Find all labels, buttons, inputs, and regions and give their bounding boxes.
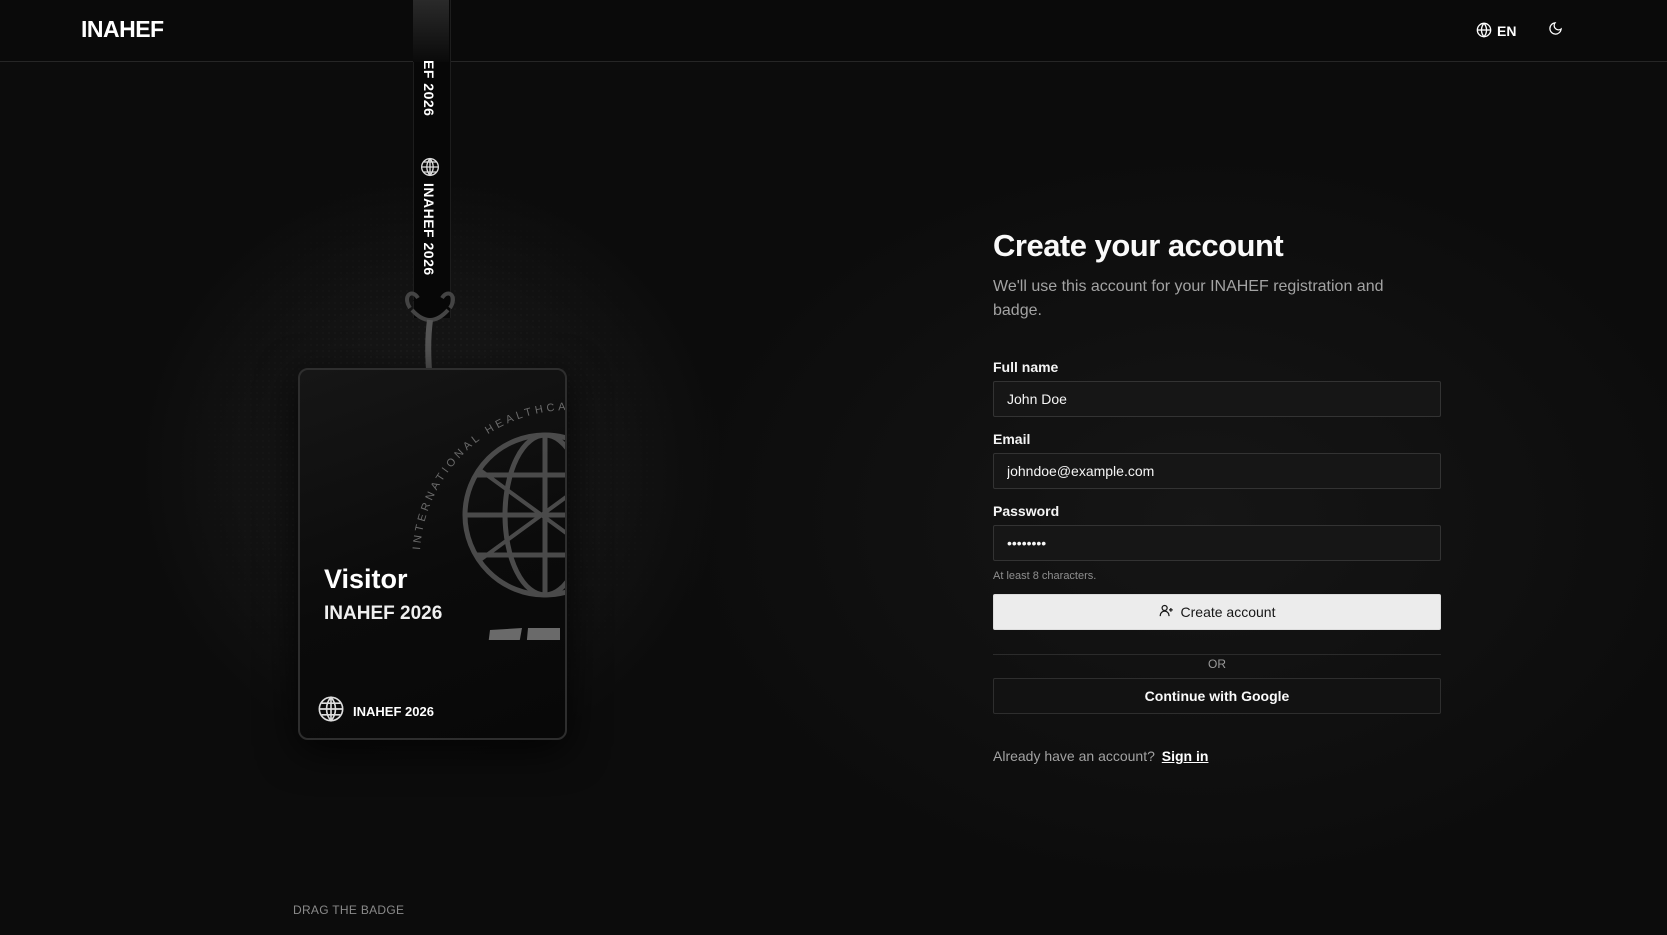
lanyard-text: EF 2026 xyxy=(421,60,437,117)
language-switcher[interactable]: EN xyxy=(1476,20,1516,42)
visitor-badge[interactable]: INTERNATIONAL HEALTHCARE ENGINEER Visito… xyxy=(298,368,567,740)
signin-link[interactable]: Sign in xyxy=(1162,748,1209,764)
email-group: Email xyxy=(993,431,1441,489)
badge-globe-emblem: INTERNATIONAL HEALTHCARE ENGINEER xyxy=(400,380,565,640)
drag-hint: DRAG THE BADGE xyxy=(293,903,405,917)
or-divider: OR xyxy=(993,654,1441,671)
top-bar: INAHEF EN xyxy=(0,0,1667,62)
password-group: Password At least 8 characters. xyxy=(993,503,1441,582)
globe-icon xyxy=(1476,21,1492,41)
create-account-button[interactable]: Create account xyxy=(993,594,1441,630)
email-label: Email xyxy=(993,431,1031,447)
create-account-label: Create account xyxy=(1180,604,1276,620)
google-signin-button[interactable]: Continue with Google xyxy=(993,678,1441,714)
signin-row: Already have an account? Sign in xyxy=(993,748,1441,764)
site-logo[interactable]: INAHEF xyxy=(81,16,164,43)
signup-form: Create your account We'll use this accou… xyxy=(993,228,1441,764)
password-label: Password xyxy=(993,503,1060,519)
lanyard-strap-top xyxy=(413,0,449,62)
password-hint: At least 8 characters. xyxy=(993,570,1097,582)
password-input[interactable] xyxy=(993,525,1441,561)
page-title: Create your account xyxy=(993,228,1284,263)
signin-prompt: Already have an account? xyxy=(993,748,1155,764)
badge-globe-icon xyxy=(317,695,345,728)
page-subtitle: We'll use this account for your INAHEF r… xyxy=(993,278,1384,319)
badge-title: Visitor xyxy=(324,564,408,594)
user-plus-icon xyxy=(1159,603,1174,621)
badge-footer: INAHEF 2026 xyxy=(317,695,434,728)
language-label: EN xyxy=(1497,23,1517,39)
moon-icon xyxy=(1548,21,1563,41)
full-name-input[interactable] xyxy=(993,381,1441,417)
badge-subtitle: INAHEF 2026 xyxy=(324,603,443,624)
lanyard-globe-icon xyxy=(420,157,440,182)
theme-toggle-button[interactable] xyxy=(1543,19,1567,43)
full-name-label: Full name xyxy=(993,359,1059,375)
lanyard-text-main: INAHEF 2026 xyxy=(421,183,437,276)
divider-text: OR xyxy=(1208,657,1226,671)
full-name-group: Full name xyxy=(993,359,1441,417)
email-input[interactable] xyxy=(993,453,1441,489)
divider-line xyxy=(993,654,1441,655)
badge-footer-text: INAHEF 2026 xyxy=(353,704,434,719)
